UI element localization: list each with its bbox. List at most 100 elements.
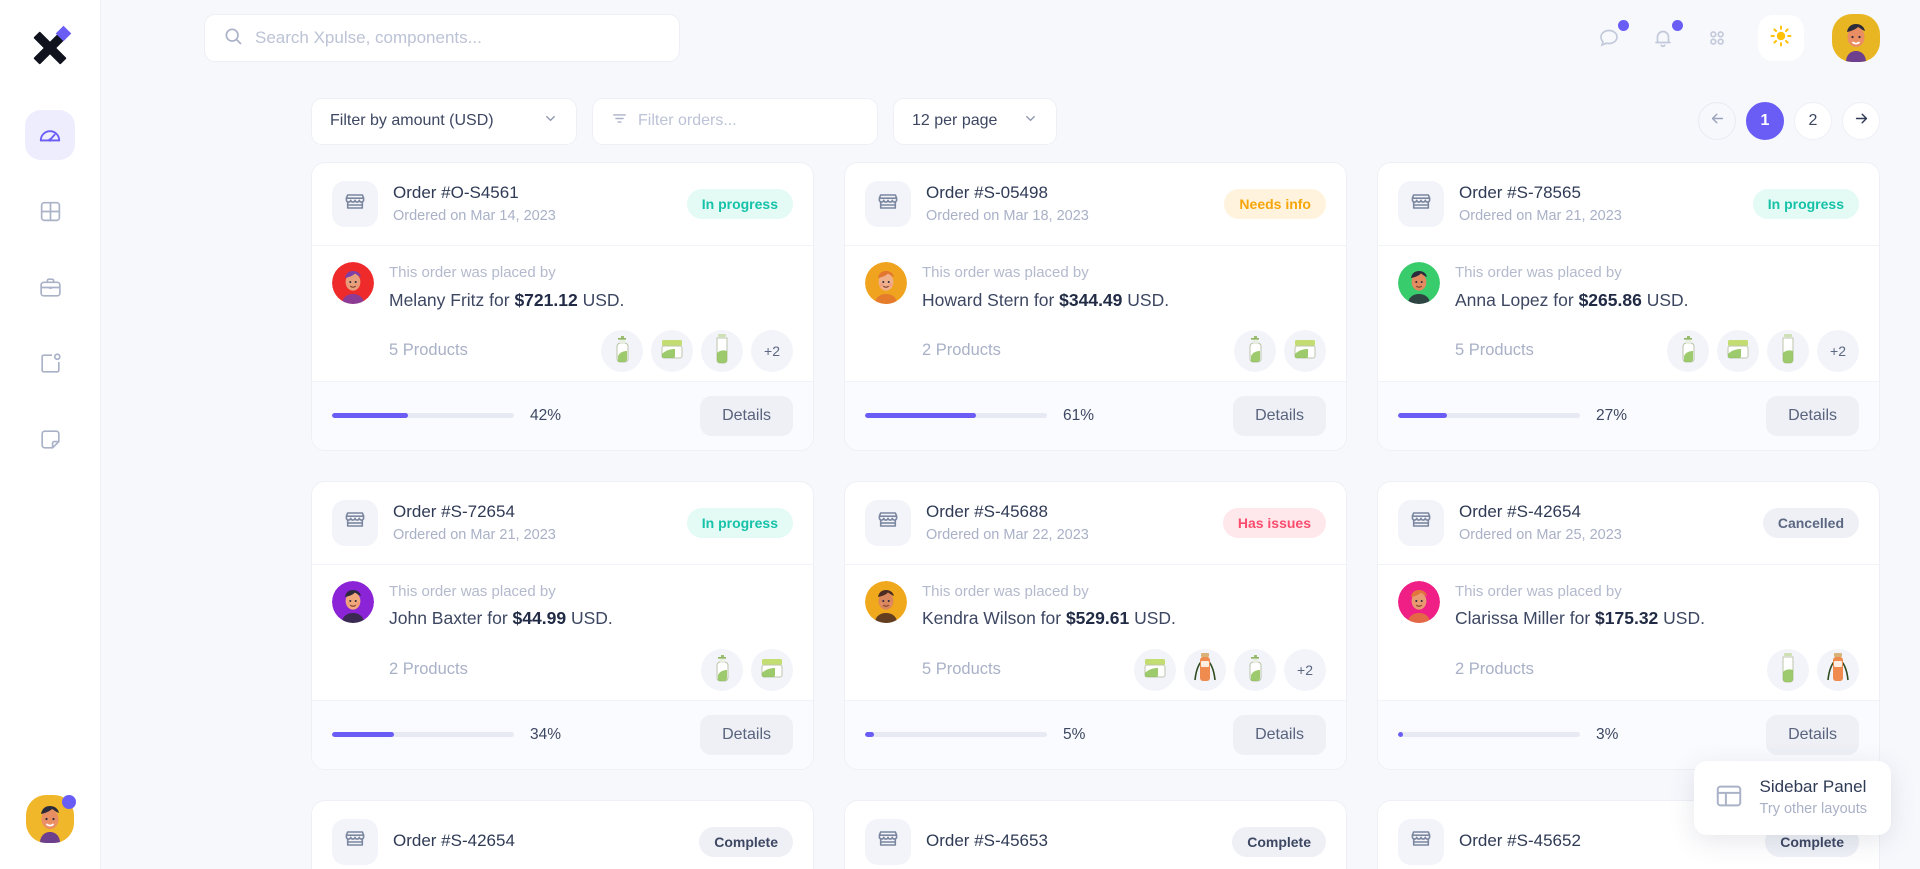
product-thumb[interactable] bbox=[1667, 329, 1709, 372]
order-card-header: Order #O-S4561 Ordered on Mar 14, 2023 In … bbox=[312, 163, 813, 246]
details-button[interactable]: Details bbox=[1233, 714, 1326, 755]
sidebar-item-apps[interactable] bbox=[25, 186, 75, 236]
pagination-next-button[interactable] bbox=[1842, 102, 1880, 140]
chevron-down-icon bbox=[543, 111, 558, 131]
order-card-body: This order was placed by Melany Fritz for… bbox=[312, 246, 813, 381]
arrow-right-icon bbox=[1853, 110, 1870, 132]
sidebar-item-notes[interactable] bbox=[25, 414, 75, 464]
customer-and-amount: John Baxter for $44.99 USD. bbox=[389, 608, 613, 629]
sticker-icon bbox=[38, 427, 63, 452]
order-card[interactable]: Order #S-78565 Ordered on Mar 21, 2023 In … bbox=[1377, 162, 1880, 451]
search-bar[interactable] bbox=[204, 14, 680, 62]
order-card-header: Order #S-78565 Ordered on Mar 21, 2023 In … bbox=[1378, 163, 1879, 246]
grid-icon bbox=[38, 199, 63, 224]
product-thumb[interactable] bbox=[651, 329, 693, 372]
product-thumb[interactable] bbox=[1767, 648, 1809, 691]
store-icon-wrap bbox=[865, 181, 911, 227]
user-avatar[interactable] bbox=[1832, 14, 1880, 62]
product-tube-icon bbox=[1778, 333, 1798, 368]
order-card-body: This order was placed by Anna Lopez for $… bbox=[1378, 246, 1879, 381]
product-tube-icon bbox=[712, 333, 732, 368]
order-card[interactable]: Order #S-45653 Complete bbox=[844, 799, 1347, 869]
sidebar-user-avatar[interactable] bbox=[26, 795, 76, 843]
sidebar-item-work[interactable] bbox=[25, 262, 75, 312]
notifications-bell-icon[interactable] bbox=[1650, 20, 1683, 51]
progress-bar bbox=[1398, 732, 1580, 737]
customer-and-amount: Anna Lopez for $265.86 USD. bbox=[1455, 289, 1689, 310]
order-id: Order #S-42654 bbox=[393, 831, 515, 851]
order-card-body: This order was placed by Howard Stern for… bbox=[845, 246, 1346, 381]
product-thumb[interactable] bbox=[601, 329, 643, 372]
order-card[interactable]: Order #S-42654 Ordered on Mar 25, 2023 Can… bbox=[1377, 480, 1880, 770]
sidebar-panel-tooltip[interactable]: Sidebar Panel Try other layouts bbox=[1693, 761, 1891, 835]
product-thumb[interactable] bbox=[1234, 329, 1276, 372]
order-card[interactable]: Order #S-42654 Complete bbox=[311, 799, 814, 869]
product-thumb[interactable] bbox=[1717, 329, 1759, 372]
order-card-header: Order #S-42654 Complete bbox=[312, 801, 813, 869]
details-button[interactable]: Details bbox=[700, 395, 793, 436]
app-logo[interactable] bbox=[22, 18, 78, 74]
theme-toggle-button[interactable] bbox=[1758, 15, 1804, 61]
sidebar-item-dashboard[interactable] bbox=[25, 110, 75, 160]
store-icon-wrap bbox=[1398, 818, 1444, 865]
products-count: 2 Products bbox=[922, 341, 1001, 360]
placed-by-label: This order was placed by bbox=[922, 582, 1089, 600]
progress-bar bbox=[865, 413, 1047, 419]
order-date: Ordered on Mar 21, 2023 bbox=[393, 526, 556, 543]
order-card-body: This order was placed by Kendra Wilson fo… bbox=[845, 565, 1346, 700]
order-amount: $44.99 bbox=[512, 608, 567, 629]
product-thumb-overflow[interactable]: +2 bbox=[1284, 648, 1326, 691]
status-dot bbox=[62, 795, 76, 809]
order-card-header: Order #S-45653 Complete bbox=[845, 801, 1346, 869]
orders-filter-field[interactable]: Filter orders... bbox=[592, 97, 878, 145]
details-button[interactable]: Details bbox=[1766, 714, 1859, 755]
order-card[interactable]: Order #S-45688 Ordered on Mar 22, 2023 Has… bbox=[844, 480, 1347, 770]
sidebar-item-alerts[interactable] bbox=[25, 338, 75, 388]
progress-bar bbox=[332, 732, 514, 737]
orders-grid: Order #O-S4561 Ordered on Mar 14, 2023 In … bbox=[101, 154, 1920, 869]
customer-and-amount: Clarissa Miller for $175.32 USD. bbox=[1455, 608, 1705, 629]
product-thumb[interactable] bbox=[1284, 329, 1326, 372]
product-thumb-overflow[interactable]: +2 bbox=[1817, 329, 1859, 372]
store-icon bbox=[876, 827, 900, 856]
progress-bar bbox=[865, 732, 1047, 737]
product-thumb[interactable] bbox=[701, 329, 743, 372]
order-card[interactable]: Order #O-S4561 Ordered on Mar 14, 2023 In … bbox=[311, 162, 814, 451]
details-button[interactable]: Details bbox=[700, 714, 793, 755]
status-badge: Has issues bbox=[1222, 507, 1326, 538]
product-thumb[interactable] bbox=[1134, 648, 1176, 691]
product-jar-icon bbox=[1724, 336, 1752, 365]
order-id: Order #O-S4561 bbox=[393, 182, 519, 202]
product-jar-icon bbox=[658, 336, 686, 365]
pagination-page-2[interactable]: 2 bbox=[1794, 102, 1832, 140]
product-thumb[interactable] bbox=[1817, 648, 1859, 691]
order-amount: $175.32 bbox=[1595, 608, 1659, 629]
chevron-down-icon bbox=[1023, 111, 1038, 131]
pagination-prev-button[interactable] bbox=[1698, 102, 1736, 140]
apps-grid-icon[interactable] bbox=[1704, 25, 1730, 51]
product-thumb[interactable] bbox=[1767, 329, 1809, 372]
product-thumb[interactable] bbox=[1184, 648, 1226, 691]
amount-filter-dropdown[interactable]: Filter by amount (USD) bbox=[311, 97, 577, 145]
product-thumbs: +2 bbox=[601, 329, 793, 372]
search-input[interactable] bbox=[255, 28, 661, 48]
product-thumb[interactable] bbox=[751, 648, 793, 691]
messages-icon[interactable] bbox=[1596, 20, 1629, 51]
order-card-footer: 34% Details bbox=[312, 699, 813, 769]
product-jar-icon bbox=[1141, 655, 1169, 684]
progress-bar bbox=[332, 413, 514, 419]
status-badge: Complete bbox=[699, 826, 793, 857]
pagination-page-1[interactable]: 1 bbox=[1746, 102, 1784, 140]
progress-bar bbox=[1398, 413, 1580, 419]
details-button[interactable]: Details bbox=[1766, 395, 1859, 436]
product-thumb[interactable] bbox=[1234, 648, 1276, 691]
order-card[interactable]: Order #S-72654 Ordered on Mar 21, 2023 In … bbox=[311, 480, 814, 770]
product-thumb-overflow[interactable]: +2 bbox=[751, 329, 793, 372]
store-icon bbox=[876, 190, 900, 219]
product-thumb[interactable] bbox=[701, 648, 743, 691]
order-id: Order #S-05498 bbox=[926, 182, 1048, 202]
details-button[interactable]: Details bbox=[1233, 395, 1326, 436]
order-card[interactable]: Order #S-05498 Ordered on Mar 18, 2023 Nee… bbox=[844, 162, 1347, 451]
status-badge: In progress bbox=[686, 189, 793, 219]
per-page-dropdown[interactable]: 12 per page bbox=[893, 97, 1057, 145]
